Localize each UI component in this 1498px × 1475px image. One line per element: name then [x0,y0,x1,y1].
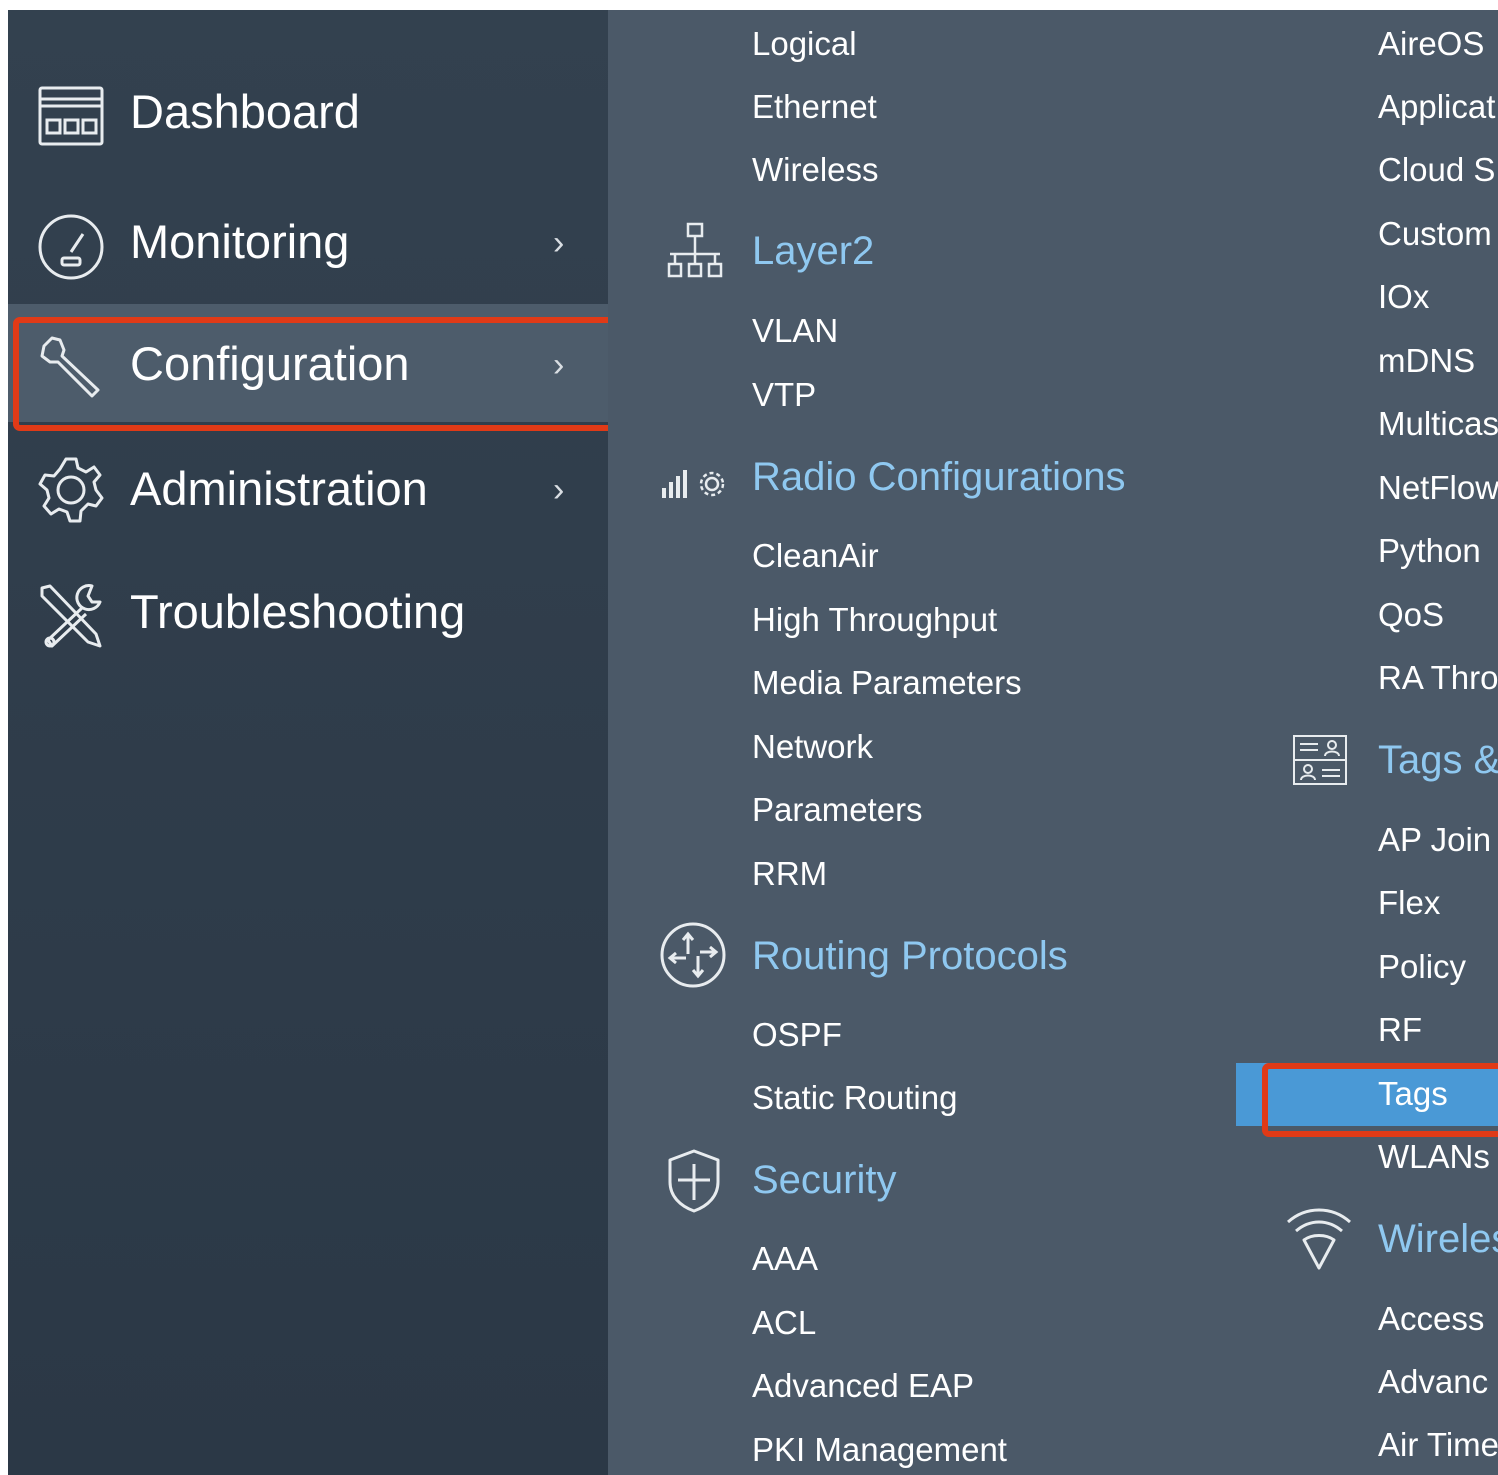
sidebar-item-troubleshooting[interactable]: Troubleshooting [8,553,608,671]
menu-item-netflow[interactable]: NetFlow [1378,468,1498,508]
menu-item-high-throughput[interactable]: High Throughput [752,600,997,640]
tags-profiles-icon [1292,732,1348,788]
menu-item-cleanair[interactable]: CleanAir [752,536,879,576]
menu-item-air-time[interactable]: Air Time [1378,1425,1498,1465]
menu-item-logical[interactable]: Logical [752,24,857,64]
menu-item-application[interactable]: Applicat [1378,87,1495,127]
menu-item-pki-management[interactable]: PKI Management [752,1430,1007,1470]
menu-item-access[interactable]: Access [1378,1299,1484,1339]
menu-item-python[interactable]: Python [1378,531,1481,571]
sidebar-item-label: Administration [130,462,428,515]
tools-icon [36,582,106,652]
sidebar-item-administration[interactable]: Administration › [8,430,608,548]
menu-item-aireos[interactable]: AireOS [1378,24,1484,64]
menu-item-acl[interactable]: ACL [752,1303,816,1343]
sidebar-item-dashboard[interactable]: Dashboard [8,55,608,173]
wifi-icon [1284,1204,1354,1270]
menu-item-advanced[interactable]: Advanc [1378,1362,1488,1402]
menu-item-custom[interactable]: Custom [1378,214,1492,254]
menu-item-aaa[interactable]: AAA [752,1239,818,1279]
section-title-wireless[interactable]: Wireles [1378,1215,1498,1263]
chevron-right-icon: › [553,346,565,384]
sidebar-item-label: Configuration [130,337,410,390]
menu-item-rrm[interactable]: RRM [752,854,827,894]
app-frame: Dashboard Monitoring › Configuration › A… [8,10,1498,1475]
selected-item-background [1236,1063,1498,1126]
section-title-radio-configurations[interactable]: Radio Configurations [752,453,1126,501]
sidebar-item-label: Dashboard [130,85,360,138]
menu-item-network[interactable]: Network [752,727,873,767]
menu-item-ap-join[interactable]: AP Join [1378,820,1491,860]
menu-item-iox[interactable]: IOx [1378,277,1429,317]
menu-item-vlan[interactable]: VLAN [752,311,838,351]
network-topology-icon [664,220,726,282]
sidebar: Dashboard Monitoring › Configuration › A… [8,10,616,1475]
sidebar-item-configuration[interactable]: Configuration › [8,304,608,422]
menu-item-mdns[interactable]: mDNS [1378,341,1475,381]
menu-item-rf[interactable]: RF [1378,1010,1422,1050]
sidebar-item-label: Troubleshooting [130,585,466,638]
menu-item-multicast[interactable]: Multicas [1378,404,1498,444]
wrench-icon [36,332,106,402]
menu-item-ospf[interactable]: OSPF [752,1015,842,1055]
menu-item-vtp[interactable]: VTP [752,375,816,415]
menu-item-ra-throttle[interactable]: RA Thro [1378,658,1498,698]
radio-signal-icon [660,462,730,502]
speedometer-icon [36,212,106,282]
section-title-routing-protocols[interactable]: Routing Protocols [752,932,1068,980]
menu-item-cloud-services[interactable]: Cloud S [1378,150,1495,190]
section-title-tags-profiles[interactable]: Tags & [1378,736,1498,784]
configuration-menu-panel: Logical Ethernet Wireless Layer2 VLAN VT… [608,10,1498,1475]
menu-item-policy[interactable]: Policy [1378,947,1466,987]
menu-item-flex[interactable]: Flex [1378,883,1440,923]
dashboard-icon [36,82,106,152]
menu-item-ethernet[interactable]: Ethernet [752,87,877,127]
sidebar-item-label: Monitoring [130,215,350,268]
menu-item-wlans[interactable]: WLANs [1378,1137,1490,1177]
menu-item-wireless[interactable]: Wireless [752,150,879,190]
menu-item-qos[interactable]: QoS [1378,595,1444,635]
section-title-security[interactable]: Security [752,1156,897,1204]
section-title-layer2[interactable]: Layer2 [752,227,874,275]
menu-item-parameters[interactable]: Parameters [752,790,923,830]
menu-item-static-routing[interactable]: Static Routing [752,1078,957,1118]
gear-icon [36,455,106,525]
chevron-right-icon: › [553,471,565,509]
menu-item-advanced-eap[interactable]: Advanced EAP [752,1366,974,1406]
routing-icon [658,920,728,990]
shield-icon [666,1148,722,1214]
menu-item-media-parameters[interactable]: Media Parameters [752,663,1022,703]
sidebar-item-monitoring[interactable]: Monitoring › [8,185,608,303]
menu-item-tags[interactable]: Tags [1378,1074,1448,1114]
chevron-right-icon: › [553,224,565,262]
